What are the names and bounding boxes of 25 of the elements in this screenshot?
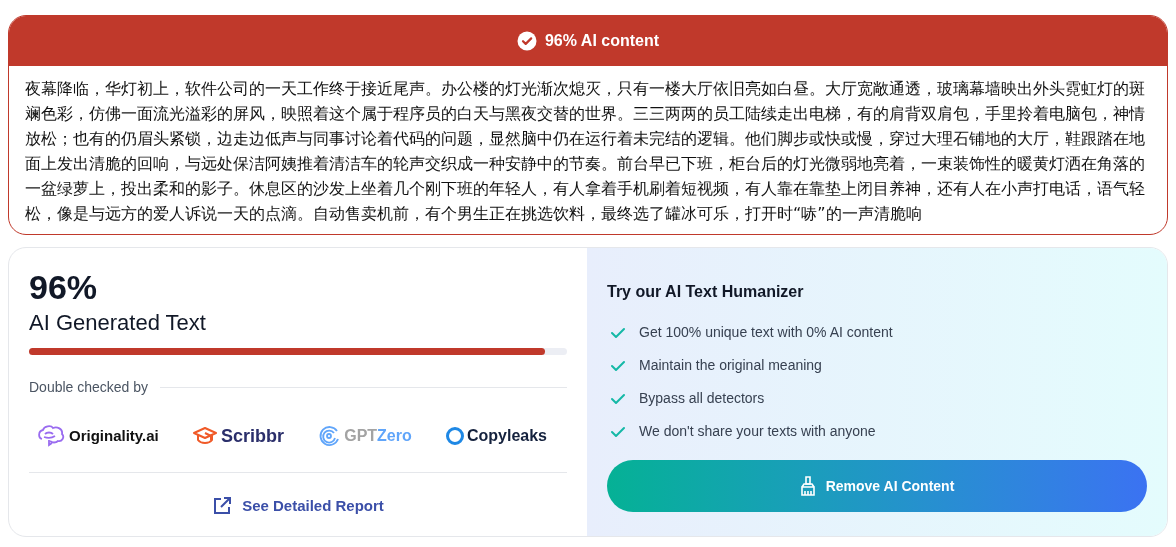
detector-name: Originality.ai [69,425,159,446]
score-percent: 96% [29,268,99,306]
check-icon [611,425,625,438]
banner-title: 96% AI content [544,31,660,51]
analyzed-text: 夜幕降临，华灯初上，软件公司的一天工作终于接近尾声。办公楼的灯光渐次熄灭，只有一楼大厅依旧亮如白昼。大厅宽敞通透，玻璃幕墙映出外头霓虹灯的斑斓色彩，仿佛一面流光溢彩的屏风，映照着这个属于程序员的白天与黑夜交替的世界。三三两两的员工陆续走出电梯，有的肩背双肩包，手里拎着电脑包，神情放松；也有的仍眉头紧锁，边走边低声与同事讨论着代码的问题，显然脑中仍在运行着未完结的逻辑。他们脚步或快或慢，穿过大理石铺地的大厅，鞋跟踏在地面上发出清脆的回响，与远处保洁阿姨推着清洁车的轮声交织成一种安静中的节奏。前台早已下班，柜台后的灯光微弱地亮着，一束装饰性的暖黄灯洒在角落的一盆绿萝上，投出柔和的影子。休息区的沙发上坐着几个刚下班的年轻人，有人拿着手机刷着短视频，有人靠在靠垫上闭目养神，还有人在小声打电话，语气轻松，像是与远方的爱人诉说一天的点滴。自动售卖机前，有个男生正在挑选饮料，最终选了罐冰可乐，打开时“哧”的一声清脆响 [25,78,1145,225]
broom-icon [799,476,816,496]
graduation-cap-icon [192,426,217,446]
circular-logo-icon [318,425,341,447]
check-icon [611,359,625,372]
detector-name: GPTZero [344,426,412,446]
feature-text: Maintain the original meaning [639,356,822,375]
detector-name: Scribbr [220,424,284,448]
check-icon [611,326,625,339]
check-icon [611,392,625,405]
feature-text: Get 100% unique text with 0% AI content [639,323,893,342]
feature-text: Bypass all detectors [639,389,765,408]
score-label: AI Generated Text [29,309,207,337]
detector-name: Copyleaks [466,426,547,446]
feature-text: We don't share your texts with anyone [639,422,876,441]
ring-icon [445,427,464,445]
check-circle-icon [516,31,537,51]
humanizer-title: Try our AI Text Humanizer [607,282,805,302]
report-link[interactable]: See Detailed Report [212,495,384,518]
section-label: Double checked by [29,378,149,397]
external-link-icon [212,496,233,517]
